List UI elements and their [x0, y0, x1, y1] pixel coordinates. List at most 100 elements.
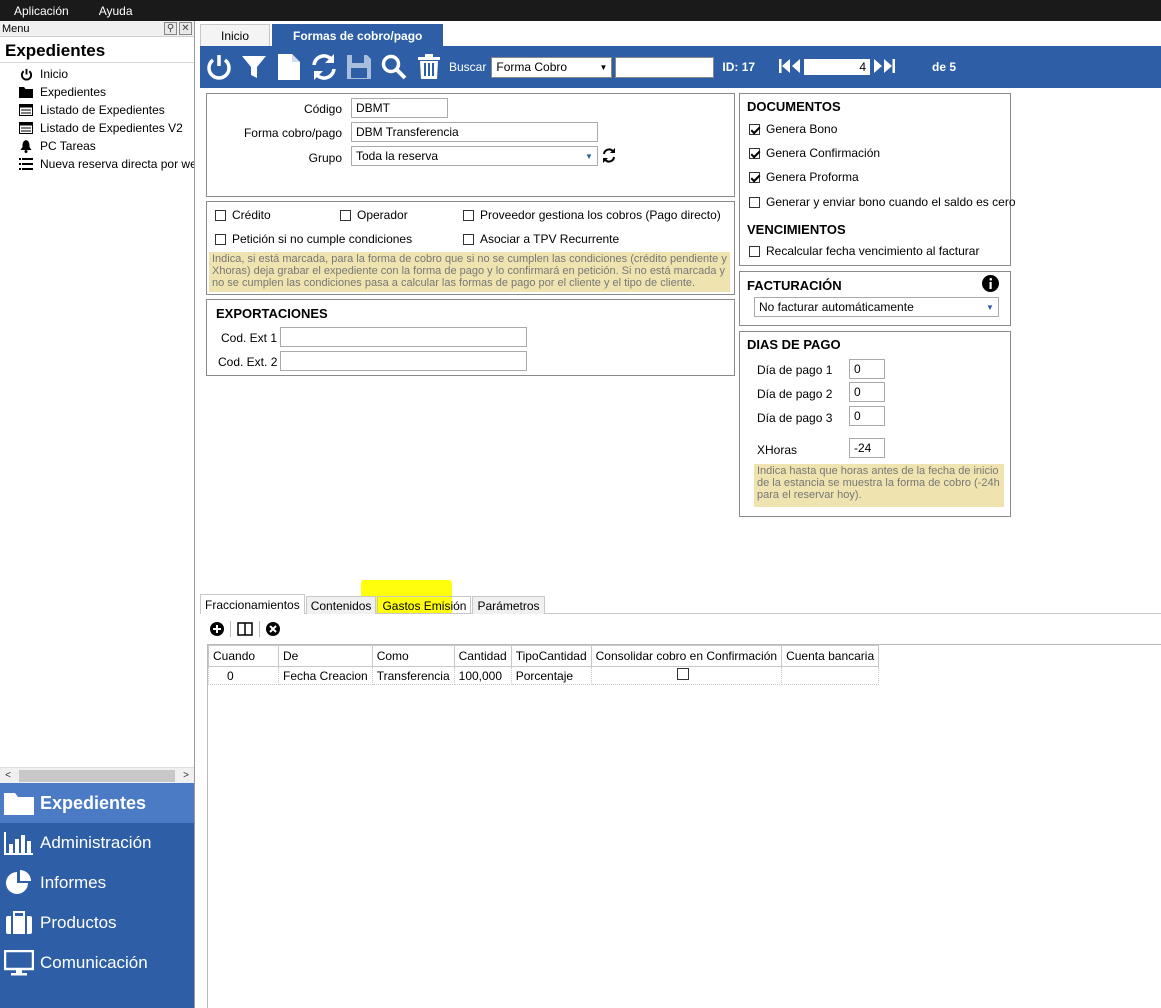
xhoras-field[interactable]: -24 [849, 438, 885, 458]
operador-checkbox[interactable]: Operador [340, 208, 408, 222]
delete-icon[interactable] [266, 622, 280, 636]
tab-inicio[interactable]: Inicio [200, 24, 271, 46]
cell-consolidar[interactable] [590, 666, 783, 685]
pin-icon[interactable]: ⚲ [164, 22, 177, 35]
col-de[interactable]: De [278, 645, 373, 667]
filter-icon[interactable] [238, 51, 270, 83]
checkbox-box[interactable] [215, 209, 226, 221]
close-icon[interactable]: ✕ [179, 22, 192, 35]
folder-icon [19, 85, 33, 99]
exportaciones-panel: EXPORTACIONES Cod. Ext 1 Cod. Ext. 2 [206, 299, 735, 376]
first-record-icon[interactable] [779, 58, 791, 77]
cell-cantidad[interactable]: 100,000 [453, 666, 512, 685]
cell-cuando[interactable]: 0 [208, 666, 279, 685]
generar-enviar-checkbox[interactable]: Generar y enviar bono cuando el saldo es… [749, 195, 1016, 209]
grupo-select[interactable]: Toda la reserva ▼ [351, 146, 598, 166]
checkbox-box[interactable] [463, 233, 474, 245]
forma-field[interactable]: DBM Transferencia [351, 122, 598, 142]
col-cantidad[interactable]: Cantidad [453, 645, 512, 667]
cell-cuenta-bancaria[interactable] [781, 666, 880, 685]
info-icon[interactable] [982, 275, 999, 295]
dia2-field[interactable]: 0 [849, 382, 885, 402]
col-como[interactable]: Como [371, 645, 455, 667]
search-icon[interactable] [378, 51, 410, 83]
documentos-title: DOCUMENTOS [747, 99, 841, 114]
sidebar-item-listado-v2[interactable]: Listado de Expedientes V2 [0, 119, 194, 137]
genera-bono-checkbox[interactable]: Genera Bono [749, 122, 837, 136]
codigo-field[interactable]: DBMT [351, 98, 448, 118]
last-record-icon[interactable] [883, 58, 896, 77]
peticion-checkbox[interactable]: Petición si no cumple condiciones [215, 232, 412, 246]
chevron-down-icon: ▼ [585, 151, 593, 161]
sidebar-item-pc-tareas[interactable]: PC Tareas [0, 137, 194, 155]
cod-ext1-field[interactable] [280, 327, 527, 347]
menu-ayuda[interactable]: Ayuda [85, 4, 133, 18]
trash-icon[interactable] [413, 51, 445, 83]
nav-expedientes[interactable]: Expedientes [0, 783, 194, 823]
scroll-thumb[interactable] [19, 769, 175, 782]
menu-aplicacion[interactable]: Aplicación [0, 4, 69, 18]
checkbox-box[interactable] [340, 209, 351, 221]
prev-record-icon[interactable] [791, 58, 801, 77]
tab-fraccionamientos[interactable]: Fraccionamientos [200, 594, 305, 614]
tab-parametros[interactable]: Parámetros [472, 596, 545, 614]
nav-administracion[interactable]: Administración [0, 823, 194, 863]
col-consolidar[interactable]: Consolidar cobro en Confirmación [590, 645, 783, 667]
scroll-right-icon[interactable]: > [178, 770, 194, 781]
power-icon[interactable] [203, 51, 235, 83]
add-icon[interactable] [210, 622, 224, 636]
genera-proforma-checkbox[interactable]: Genera Proforma [749, 170, 859, 184]
tab-gastos-emision[interactable]: Gastos Emisión [377, 596, 472, 614]
tpv-checkbox[interactable]: Asociar a TPV Recurrente [463, 232, 619, 246]
sidebar-item-label: Inicio [40, 67, 69, 81]
buscar-input[interactable] [615, 56, 715, 78]
cell-tipocantidad[interactable]: Porcentaje [510, 666, 592, 685]
checkbox-box[interactable] [215, 233, 226, 245]
tab-contenidos[interactable]: Contenidos [305, 596, 377, 614]
consolidar-checkbox[interactable] [677, 668, 690, 680]
next-record-icon[interactable] [873, 58, 883, 77]
sidebar-item-expedientes[interactable]: Expedientes [0, 83, 194, 101]
checkbox-box[interactable] [749, 196, 760, 208]
col-tipocantidad[interactable]: TipoCantidad [510, 645, 592, 667]
columns-icon[interactable] [237, 622, 253, 636]
checkbox-box[interactable] [749, 147, 760, 159]
checkbox-box[interactable] [749, 123, 760, 135]
refresh-icon[interactable] [308, 51, 340, 83]
recalcular-checkbox[interactable]: Recalcular fecha vencimiento al facturar [749, 244, 979, 258]
checkbox-box[interactable] [749, 171, 760, 183]
genera-confirmacion-checkbox[interactable]: Genera Confirmación [749, 146, 880, 160]
sidebar-item-nueva-reserva[interactable]: Nueva reserva directa por we [0, 155, 194, 173]
sidebar-hscrollbar[interactable]: < > [0, 767, 194, 783]
operador-label: Operador [357, 208, 408, 222]
col-cuenta-bancaria[interactable]: Cuenta bancaria [781, 645, 880, 667]
sidebar-item-listado[interactable]: Listado de Expedientes [0, 101, 194, 119]
credito-checkbox[interactable]: Crédito [215, 208, 271, 222]
save-icon[interactable] [343, 51, 375, 83]
sidebar-item-inicio[interactable]: Inicio [0, 65, 194, 83]
nav-informes[interactable]: Informes [0, 863, 194, 903]
sidebar-header: Menu ⚲ ✕ [0, 21, 194, 37]
proveedor-checkbox[interactable]: Proveedor gestiona los cobros (Pago dire… [463, 208, 721, 222]
nav-productos[interactable]: Productos [0, 903, 194, 943]
cod-ext2-field[interactable] [280, 351, 527, 371]
table-row[interactable]: 0 Fecha Creacion Transferencia 100,000 P… [208, 666, 880, 685]
dia1-field[interactable]: 0 [849, 359, 885, 379]
cell-como[interactable]: Transferencia [371, 666, 455, 685]
facturacion-select[interactable]: No facturar automáticamente ▼ [754, 297, 999, 317]
new-document-icon[interactable] [273, 51, 305, 83]
dia3-field[interactable]: 0 [849, 406, 885, 426]
monitor-icon [4, 950, 34, 976]
page-input[interactable]: 4 [804, 59, 871, 75]
checkbox-box[interactable] [463, 209, 474, 221]
nav-comunicacion[interactable]: Comunicación [0, 943, 194, 983]
sidebar-pane-label: Menu [2, 22, 30, 35]
refresh-icon[interactable] [602, 148, 616, 166]
buscar-select[interactable]: Forma Cobro ▼ [491, 56, 613, 78]
col-cuando[interactable]: Cuando [208, 645, 279, 667]
scroll-left-icon[interactable]: < [0, 770, 16, 781]
tab-formas-cobro[interactable]: Formas de cobro/pago [272, 24, 444, 46]
cell-de[interactable]: Fecha Creacion [278, 666, 373, 685]
nav-label: Productos [40, 913, 117, 932]
checkbox-box[interactable] [749, 245, 760, 257]
